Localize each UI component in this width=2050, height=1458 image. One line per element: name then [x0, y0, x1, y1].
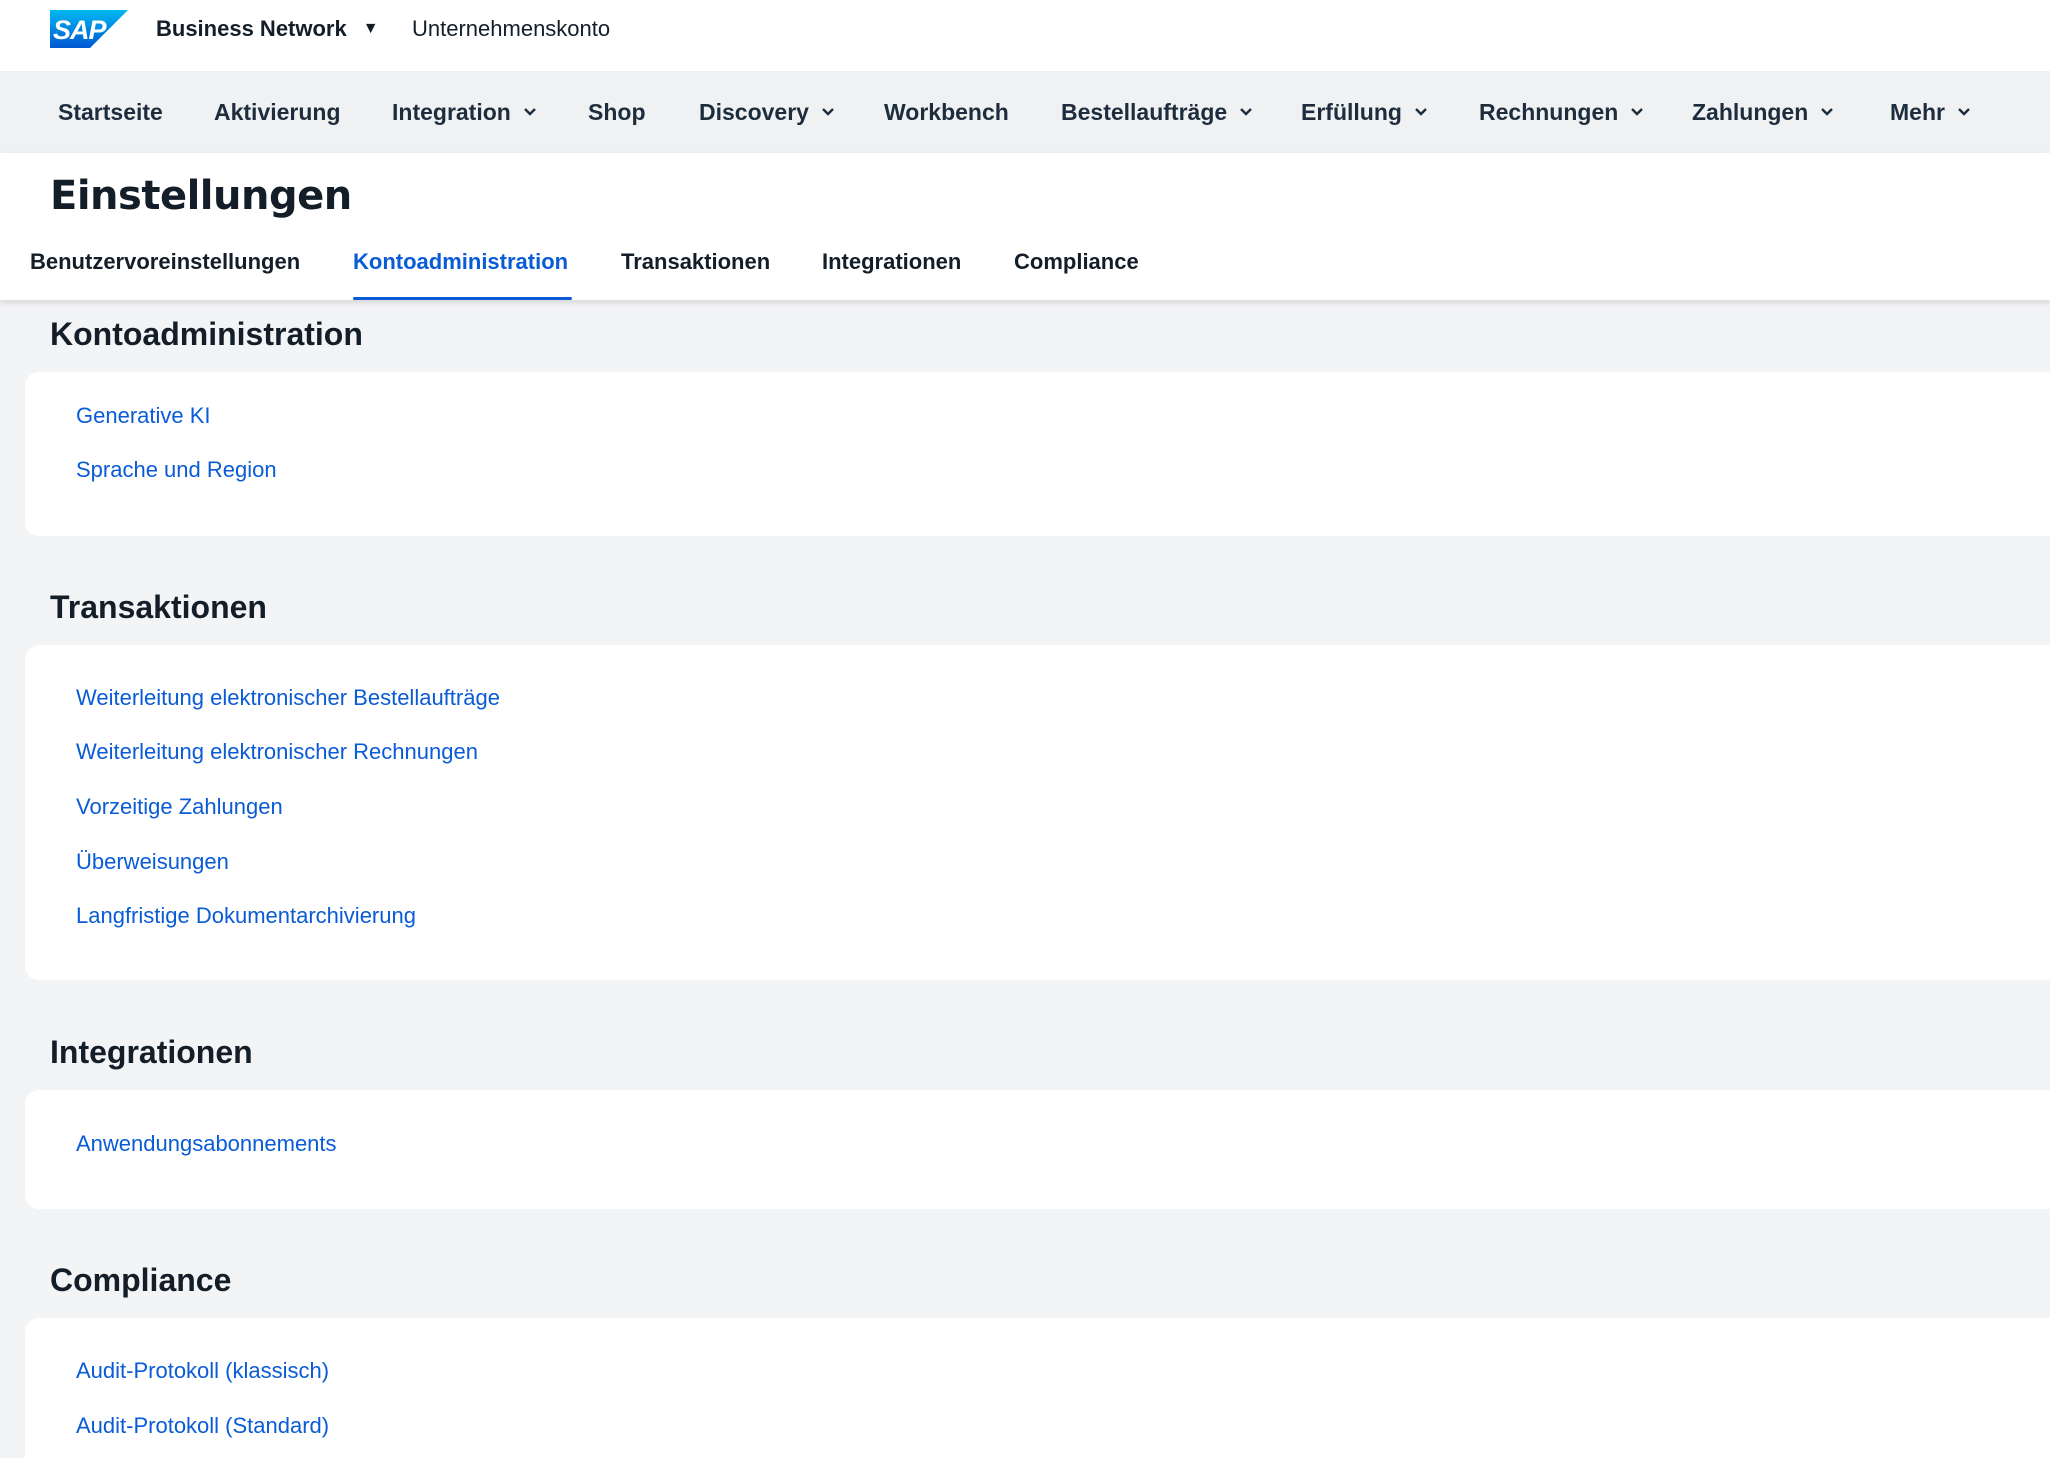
nav-item-label: Bestellaufträge	[1061, 98, 1228, 125]
tab-kontoadministration[interactable]: Kontoadministration	[353, 249, 573, 300]
link-generative-ki[interactable]: Generative KI	[76, 403, 211, 429]
nav-item-startseite[interactable]: Startseite	[58, 71, 163, 153]
link-langfristige-dokumentarchivierung[interactable]: Langfristige Dokumentarchivierung	[76, 903, 416, 929]
section-title-transaktionen: Transaktionen	[50, 589, 267, 625]
svg-text:SAP: SAP	[53, 15, 108, 45]
link-sprache-und-region[interactable]: Sprache und Region	[76, 457, 277, 483]
nav-item-shop[interactable]: Shop	[588, 71, 646, 153]
nav-item-rechnungen[interactable]: Rechnungen	[1479, 71, 1644, 153]
nav-item-label: Integration	[392, 98, 511, 125]
nav-item-discovery[interactable]: Discovery	[699, 71, 835, 153]
page-header: Einstellungen Benutzervoreinstellungen K…	[0, 153, 2050, 300]
link-audit-protokoll-standard[interactable]: Audit-Protokoll (Standard)	[76, 1413, 329, 1439]
product-switcher[interactable]: Business Network ▼	[156, 16, 379, 42]
chevron-down-icon	[1240, 108, 1253, 116]
link-anwendungsabonnements[interactable]: Anwendungsabonnements	[76, 1131, 337, 1157]
shell-bar: SAP Business Network ▼ Unternehmenskonto	[0, 0, 2050, 71]
tab-compliance[interactable]: Compliance	[1014, 249, 1139, 300]
section-title-integrationen: Integrationen	[50, 1034, 253, 1070]
nav-item-label: Shop	[588, 98, 646, 125]
nav-item-aktivierung[interactable]: Aktivierung	[214, 71, 341, 153]
nav-item-label: Zahlungen	[1692, 98, 1809, 125]
link-ueberweisungen[interactable]: Überweisungen	[76, 849, 229, 875]
nav-item-zahlungen[interactable]: Zahlungen	[1692, 71, 1834, 153]
chevron-down-icon	[1821, 108, 1834, 116]
nav-item-label: Aktivierung	[214, 98, 341, 125]
section-title-kontoadministration: Kontoadministration	[50, 316, 363, 352]
chevron-down-icon	[1631, 108, 1644, 116]
account-type: Unternehmenskonto	[412, 16, 611, 41]
nav-item-label: Workbench	[884, 98, 1009, 125]
tab-integrationen[interactable]: Integrationen	[822, 249, 961, 300]
link-weiterleitung-rechnungen[interactable]: Weiterleitung elektronischer Rechnungen	[76, 739, 478, 765]
nav-item-label: Rechnungen	[1479, 98, 1619, 125]
tab-transaktionen[interactable]: Transaktionen	[621, 249, 770, 300]
chevron-down-icon	[1958, 108, 1970, 116]
nav-item-label: Erfüllung	[1301, 98, 1402, 125]
product-name: Business Network	[156, 16, 347, 41]
nav-item-mehr[interactable]: Mehr	[1890, 71, 1971, 153]
link-audit-protokoll-klassisch[interactable]: Audit-Protokoll (klassisch)	[76, 1358, 329, 1384]
chevron-down-icon	[523, 108, 536, 116]
kontoadministration-card	[25, 372, 2050, 536]
tab-benutzervoreinstellungen[interactable]: Benutzervoreinstellungen	[30, 249, 300, 300]
nav-item-label: Mehr	[1890, 98, 1945, 125]
nav-item-label: Discovery	[699, 98, 809, 125]
nav-item-erfuellung[interactable]: Erfüllung	[1301, 71, 1428, 153]
nav-item-bestellauftraege[interactable]: Bestellaufträge	[1061, 71, 1253, 153]
nav-item-integration[interactable]: Integration	[392, 71, 537, 153]
top-navigation: Startseite Aktivierung Integration Shop …	[0, 71, 2050, 153]
sap-logo[interactable]: SAP	[50, 10, 128, 48]
chevron-down-icon	[822, 108, 834, 116]
link-weiterleitung-bestellauftraege[interactable]: Weiterleitung elektronischer Bestellauft…	[76, 685, 500, 711]
caret-down-icon: ▼	[362, 20, 379, 37]
nav-item-label: Startseite	[58, 98, 163, 125]
section-title-compliance: Compliance	[50, 1262, 232, 1298]
chevron-down-icon	[1415, 108, 1427, 116]
nav-item-workbench[interactable]: Workbench	[884, 71, 1009, 153]
page-title: Einstellungen	[50, 173, 352, 219]
link-vorzeitige-zahlungen[interactable]: Vorzeitige Zahlungen	[76, 794, 283, 820]
